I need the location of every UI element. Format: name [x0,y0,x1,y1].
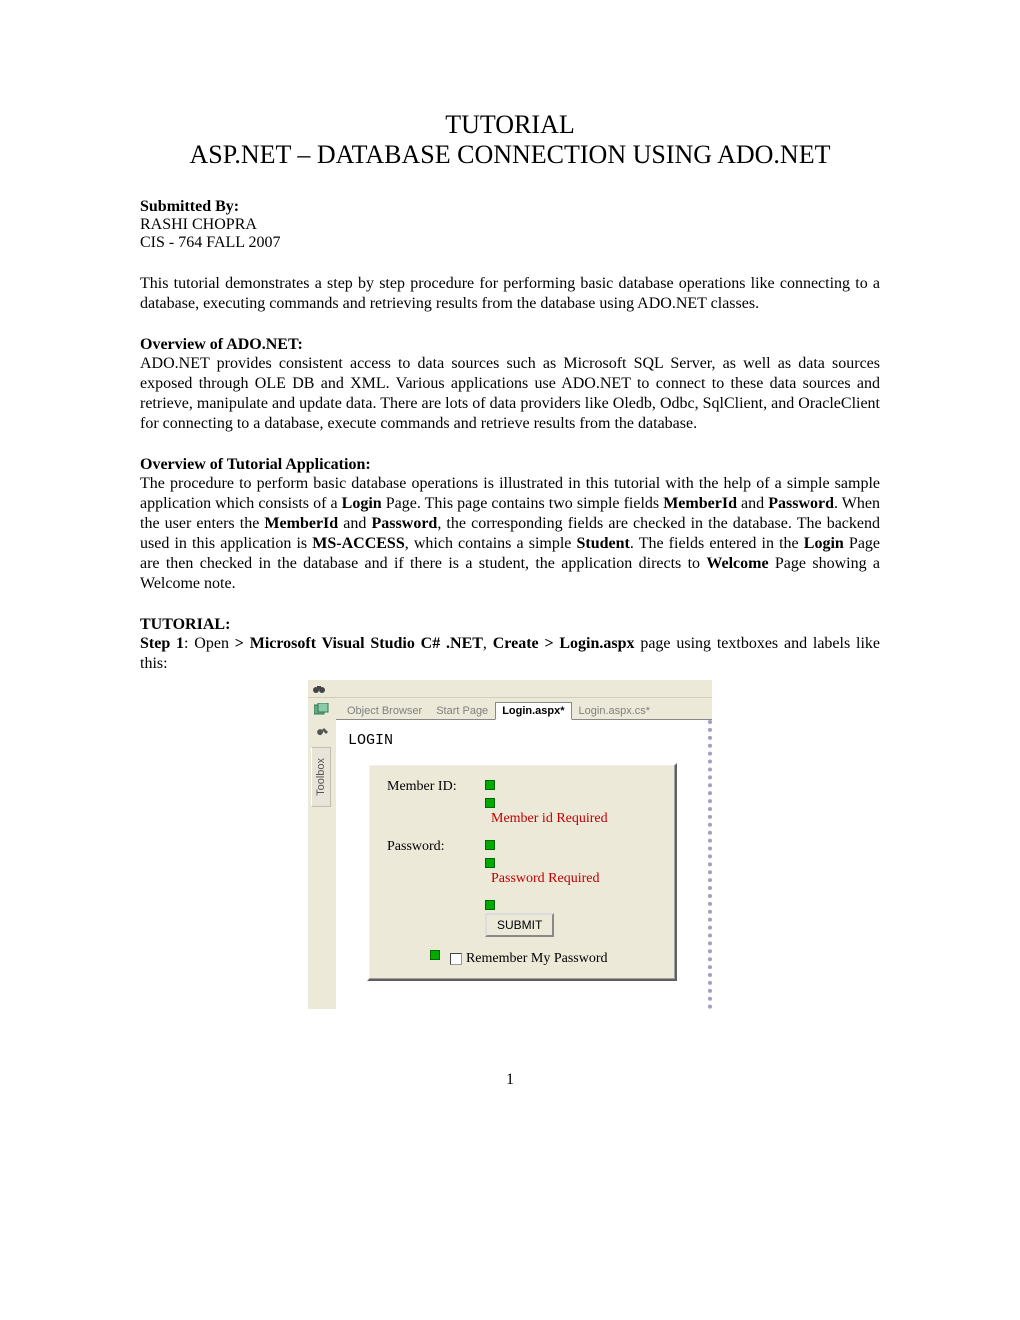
overview-app-heading: Overview of Tutorial Application: [140,456,880,474]
text-segment: : Open [184,635,235,652]
control-marker-icon [485,780,495,790]
wrench-icon [314,726,330,742]
bold-student: Student [577,535,630,552]
bold-memberid2: MemberId [264,515,338,532]
step1-vs: > Microsoft Visual Studio C# .NET [235,635,483,652]
text-segment: , [483,635,493,652]
tab-start-page[interactable]: Start Page [429,702,495,719]
login-heading: LOGIN [348,732,698,749]
doc-title-line2: ASP.NET – DATABASE CONNECTION USING ADO.… [140,140,880,170]
bold-msaccess: MS-ACCESS [312,535,404,552]
control-marker-icon [485,798,495,808]
vs-left-gutter: Toolbox [308,698,336,1009]
overview-ado-heading: Overview of ADO.NET: [140,336,880,354]
tab-object-browser[interactable]: Object Browser [340,702,429,719]
tab-login-aspx[interactable]: Login.aspx* [495,702,571,720]
password-label: Password: [387,839,479,855]
control-marker-icon [430,950,440,960]
bold-login: Login [342,495,382,512]
windows-icon [314,703,330,717]
text-segment: and [737,495,768,512]
text-segment: . The fields entered in the [630,535,804,552]
tab-login-aspx-cs[interactable]: Login.aspx.cs* [572,702,658,719]
step1-text: Step 1: Open > Microsoft Visual Studio C… [140,634,880,674]
bold-login2: Login [804,535,844,552]
text-segment: Page. This page contains two simple fiel… [382,495,664,512]
toolbox-tab[interactable]: Toolbox [311,747,331,807]
intro-paragraph: This tutorial demonstrates a step by ste… [140,274,880,314]
step1-label: Step 1 [140,635,184,652]
course-name: CIS - 764 FALL 2007 [140,234,880,252]
tutorial-heading: TUTORIAL: [140,616,880,634]
overview-app-body: The procedure to perform basic database … [140,474,880,594]
member-validator: Member id Required [491,811,657,827]
bold-memberid: MemberId [663,495,737,512]
submitted-by-label: Submitted By: [140,198,880,216]
author-name: RASHI CHOPRA [140,216,880,234]
vs-screenshot: Toolbox Object Browser Start Page Login.… [308,680,712,1009]
bold-welcome: Welcome [706,555,768,572]
step1-create: Create > Login.aspx [493,635,635,652]
remember-checkbox[interactable] [450,953,462,965]
submit-button[interactable]: SUBMIT [485,913,554,937]
doc-title-line1: TUTORIAL [140,110,880,140]
overview-ado-body: ADO.NET provides consistent access to da… [140,354,880,434]
page-number: 1 [140,1071,880,1089]
control-marker-icon [485,840,495,850]
bold-password: Password [768,495,834,512]
remember-label: Remember My Password [466,951,608,966]
control-marker-icon [485,858,495,868]
password-validator: Password Required [491,871,657,887]
bold-password2: Password [372,515,438,532]
binoculars-icon [312,682,326,696]
doc-tabs: Object Browser Start Page Login.aspx* Lo… [336,698,712,720]
vs-toolbar [308,680,712,698]
text-segment: , which contains a simple [405,535,577,552]
member-id-label: Member ID: [387,779,479,795]
control-marker-icon [485,900,495,910]
text-segment: and [338,515,371,532]
login-panel: Member ID: Member id Required Password: [367,763,677,981]
designer-canvas[interactable]: LOGIN Member ID: Member id Required Pass… [336,720,712,1009]
